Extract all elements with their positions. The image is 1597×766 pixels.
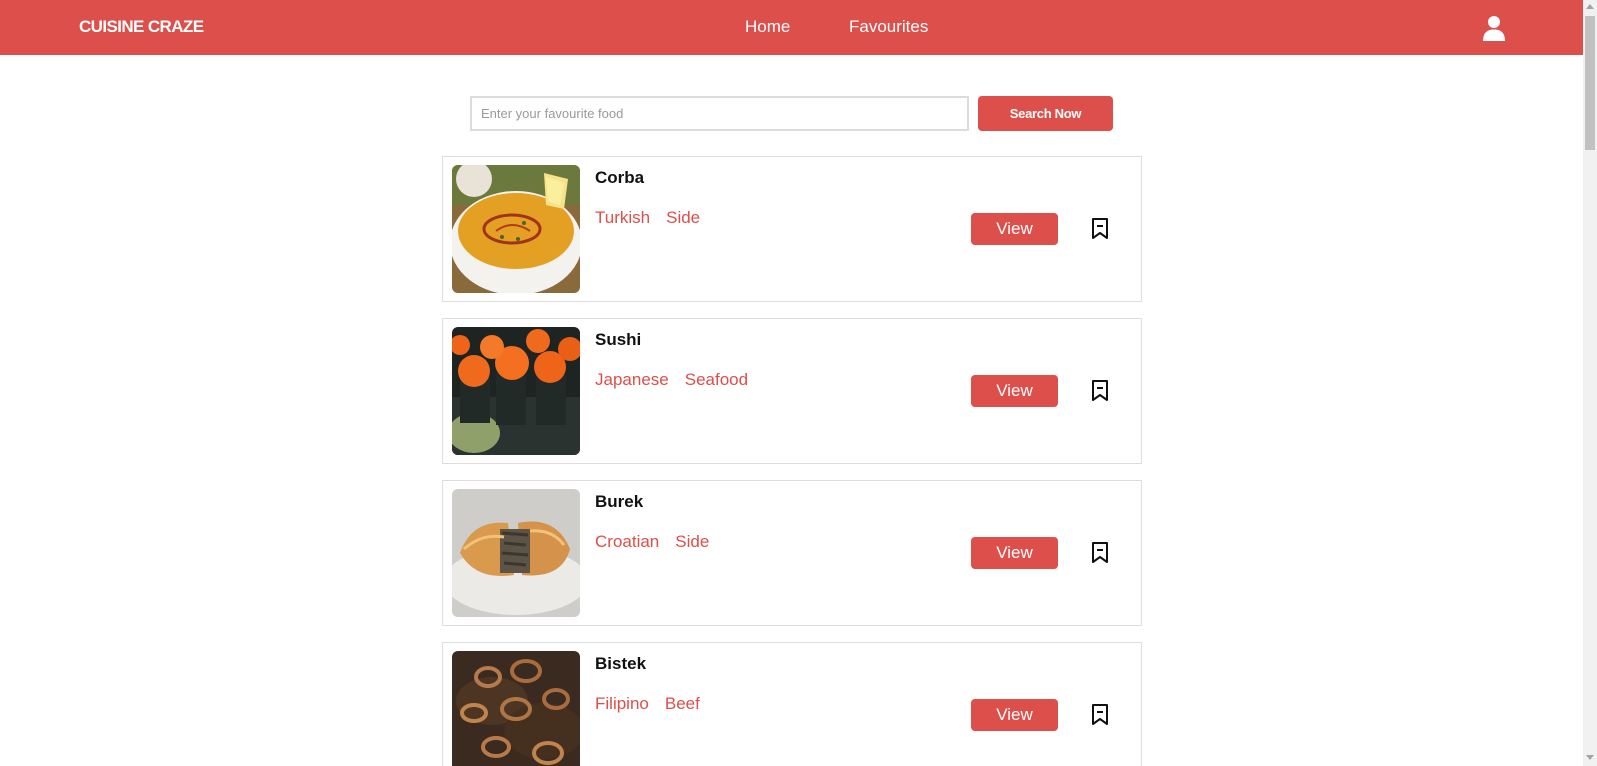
nav-home[interactable]: Home xyxy=(745,16,790,38)
view-button[interactable]: View xyxy=(971,537,1058,569)
bookmark-icon[interactable] xyxy=(1090,217,1110,241)
user-icon[interactable] xyxy=(1482,15,1506,41)
meal-list: Corba Turkish Side View Sushi Japanese S… xyxy=(442,156,1142,766)
view-button[interactable]: View xyxy=(971,699,1058,731)
search-now-button[interactable]: Search Now xyxy=(978,96,1113,131)
meal-name[interactable]: Corba xyxy=(595,167,644,189)
tag-category: Seafood xyxy=(684,370,749,389)
meal-card: Sushi Japanese Seafood View xyxy=(442,318,1142,464)
meal-name[interactable]: Sushi xyxy=(595,329,641,351)
meal-card: Bistek Filipino Beef View xyxy=(442,642,1142,766)
search-input[interactable] xyxy=(470,96,969,131)
view-button[interactable]: View xyxy=(971,375,1058,407)
meal-card: Corba Turkish Side View xyxy=(442,156,1142,302)
meal-name[interactable]: Bistek xyxy=(595,653,646,675)
tag-category: Side xyxy=(675,532,710,551)
view-button[interactable]: View xyxy=(971,213,1058,245)
navbar: CUISINE CRAZE Home Favourites xyxy=(0,0,1583,55)
meal-tags: Croatian Side xyxy=(595,531,709,553)
meal-tags: Japanese Seafood xyxy=(595,369,748,391)
tag-category: Side xyxy=(666,208,701,227)
meal-image-bistek xyxy=(452,651,580,766)
meal-image-burek xyxy=(452,489,580,617)
scrollbar-thumb[interactable] xyxy=(1585,16,1595,150)
meal-tags: Filipino Beef xyxy=(595,693,700,715)
meal-image-corba xyxy=(452,165,580,293)
meal-name[interactable]: Burek xyxy=(595,491,643,513)
page: CUISINE CRAZE Home Favourites Search Now xyxy=(0,0,1597,766)
scroll-down-icon[interactable] xyxy=(1586,755,1594,760)
brand-logo[interactable]: CUISINE CRAZE xyxy=(79,16,204,38)
scrollbar[interactable] xyxy=(1583,0,1597,766)
meal-card: Burek Croatian Side View xyxy=(442,480,1142,626)
meal-image-sushi xyxy=(452,327,580,455)
nav-favourites[interactable]: Favourites xyxy=(849,16,928,38)
tag-area: Turkish xyxy=(595,208,651,227)
tag-area: Filipino xyxy=(595,694,649,713)
bookmark-icon[interactable] xyxy=(1090,703,1110,727)
bookmark-icon[interactable] xyxy=(1090,541,1110,565)
tag-category: Beef xyxy=(664,694,700,713)
meal-tags: Turkish Side xyxy=(595,207,700,229)
scroll-up-icon[interactable] xyxy=(1586,4,1594,9)
tag-area: Japanese xyxy=(595,370,669,389)
bookmark-icon[interactable] xyxy=(1090,379,1110,403)
tag-area: Croatian xyxy=(595,532,660,551)
